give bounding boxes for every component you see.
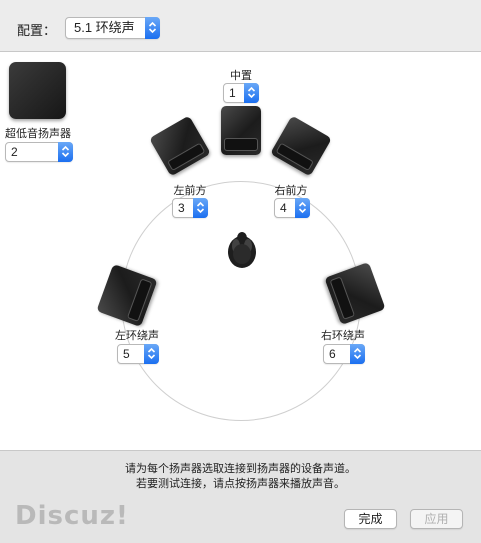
front-left-channel-value: 3 xyxy=(178,201,185,215)
speaker-layout-area: 超低音扬声器 2 中置 1 左前方 3 右前方 4 左环绕声 5 右环绕声 6 xyxy=(0,52,481,450)
front-right-channel-value: 4 xyxy=(280,201,287,215)
surround-right-channel-value: 6 xyxy=(329,347,336,361)
up-down-chevron-icon xyxy=(350,344,365,364)
surround-left-label: 左环绕声 xyxy=(115,330,159,342)
up-down-chevron-icon xyxy=(244,83,259,103)
subwoofer-channel-value: 2 xyxy=(11,145,18,159)
surround-left-channel-value: 5 xyxy=(123,347,130,361)
surround-right-label: 右环绕声 xyxy=(321,330,365,342)
toolbar: 配置： 5.1 环绕声 xyxy=(0,0,481,52)
surround-left-channel-popup[interactable]: 5 xyxy=(117,344,159,364)
up-down-chevron-icon xyxy=(295,198,310,218)
front-left-channel-popup[interactable]: 3 xyxy=(172,198,208,218)
hint-line-1: 请为每个扬声器选取连接到扬声器的设备声道。 xyxy=(125,463,356,475)
front-right-label: 右前方 xyxy=(274,185,308,197)
front-right-channel-popup[interactable]: 4 xyxy=(274,198,310,218)
front-left-speaker[interactable] xyxy=(149,115,211,177)
center-channel-value: 1 xyxy=(229,86,236,100)
subwoofer-label: 超低音扬声器 xyxy=(5,128,71,140)
center-speaker[interactable] xyxy=(221,106,261,155)
config-popup[interactable]: 5.1 环绕声 xyxy=(65,17,160,39)
done-button[interactable]: 完成 xyxy=(344,509,397,529)
watermark: Discuz! xyxy=(15,501,129,531)
center-channel-popup[interactable]: 1 xyxy=(223,83,259,103)
apply-button[interactable]: 应用 xyxy=(410,509,463,529)
config-value: 5.1 环绕声 xyxy=(74,20,135,35)
center-label: 中置 xyxy=(230,70,252,82)
surround-right-channel-popup[interactable]: 6 xyxy=(323,344,365,364)
front-left-label: 左前方 xyxy=(173,185,207,197)
subwoofer-speaker[interactable] xyxy=(9,62,66,119)
config-label: 配置： xyxy=(17,23,57,38)
bottom-bar: 请为每个扬声器选取连接到扬声器的设备声道。 若要测试连接，请点按扬声器来播放声音… xyxy=(0,450,481,543)
up-down-chevron-icon xyxy=(58,142,73,162)
up-down-chevron-icon xyxy=(144,344,159,364)
up-down-chevron-icon xyxy=(193,198,208,218)
room-circle xyxy=(121,181,361,421)
listener-head-icon xyxy=(226,230,258,270)
front-right-speaker[interactable] xyxy=(270,115,332,177)
hint-line-2: 若要测试连接，请点按扬声器来播放声音。 xyxy=(136,478,345,490)
up-down-chevron-icon xyxy=(145,17,160,39)
subwoofer-channel-popup[interactable]: 2 xyxy=(5,142,73,162)
